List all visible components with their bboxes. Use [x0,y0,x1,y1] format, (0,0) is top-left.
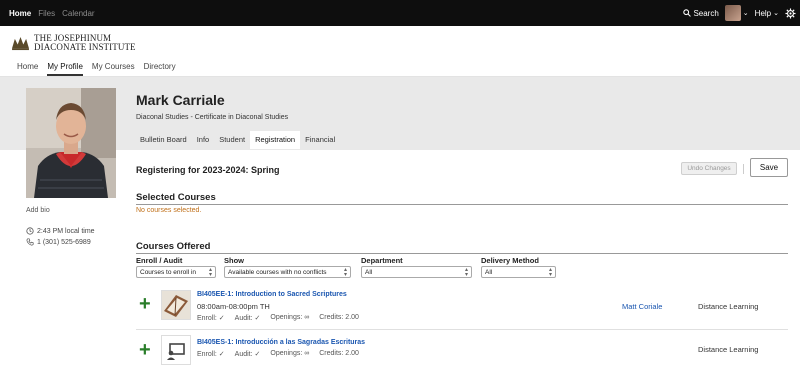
show-value: Available courses with no conflicts [228,268,327,276]
global-nav: Home Files Calendar [9,0,95,26]
course-meta: Enroll: ✓ Audit: ✓ Openings: ∞ Credits: … [197,314,359,322]
course-title-link[interactable]: BI405ES-1: Introducción a las Sagradas E… [197,339,365,346]
profile-tabs: Bulletin Board Info Student Registration… [136,131,340,149]
logo-line-2: DIACONATE INSTITUTE [34,42,136,52]
tab-home[interactable]: Home [17,62,38,76]
courses-offered-title: Courses Offered [136,241,211,252]
search-button[interactable]: Search [683,8,719,18]
selected-courses-title: Selected Courses [136,192,216,203]
delivery-method-select[interactable]: All ▴ ▾ [481,266,556,278]
profile-header-band [0,77,800,150]
phone-number[interactable]: 1 (301) 525-6989 [26,238,91,246]
tab-registration[interactable]: Registration [250,131,301,149]
show-label: Show [224,256,244,265]
add-course-button[interactable]: + [139,340,151,360]
enroll-audit-value: Courses to enroll in [140,268,196,276]
course-meta: Enroll: ✓ Audit: ✓ Openings: ∞ Credits: … [197,350,359,358]
show-select[interactable]: Available courses with no conflicts ▴ ▾ [224,266,351,278]
department-label: Department [361,256,403,265]
enroll-audit-select[interactable]: Courses to enroll in ▴ ▾ [136,266,216,278]
institute-logo[interactable]: THE JOSEPHINUM DIACONATE INSTITUTE [11,34,136,52]
openings: Openings: ∞ [270,350,310,357]
divider [136,329,788,330]
top-bar-right: Search ⌄ Help ⌄ [683,0,796,26]
profile-name: Mark Carriale [136,92,225,108]
nav-files[interactable]: Files [38,9,55,18]
chevron-down-icon: ⌄ [742,10,749,17]
local-time: 2:43 PM local time [26,227,95,235]
enroll-status: Enroll: ✓ [197,351,225,358]
credits: Credits: 2.00 [319,350,359,357]
select-caret-icon: ▴ ▾ [343,267,347,278]
registration-title: Registering for 2023-2024: Spring [136,165,280,175]
presentation-icon [162,336,190,364]
search-icon [683,9,692,17]
course-time: 08:00am-08:00pm TH [197,302,270,311]
course-thumbnail [161,290,191,320]
audit-status: Audit: ✓ [234,315,261,322]
profile-photo[interactable] [26,88,116,198]
course-title-link[interactable]: BI405EE-1: Introduction to Sacred Script… [197,291,347,298]
clock-icon [26,227,34,235]
nav-home[interactable]: Home [9,9,31,18]
plus-icon: + [139,293,151,315]
select-caret-icon: ▴ ▾ [208,267,212,278]
audit-status: Audit: ✓ [234,351,261,358]
delivery-method: Distance Learning [698,345,759,354]
add-course-button[interactable]: + [139,294,151,314]
delivery-method-value: All [485,268,493,276]
divider [136,204,788,205]
tab-info[interactable]: Info [192,131,215,149]
phone-text: 1 (301) 525-6989 [37,238,91,246]
chevron-down-icon: ⌄ [773,10,779,17]
undo-changes-button[interactable]: Undo Changes [681,162,737,175]
delivery-method: Distance Learning [698,302,759,311]
tab-my-courses[interactable]: My Courses [92,62,135,76]
select-caret-icon: ▴ ▾ [464,267,468,278]
tab-my-profile[interactable]: My Profile [47,62,83,76]
help-label: Help [754,8,772,18]
divider [136,253,788,254]
program-name: Diaconal Studies - Certificate in Diacon… [136,114,289,121]
instructor-link[interactable]: Matt Coriale [622,302,662,311]
crest-icon [12,36,29,50]
delivery-method-label: Delivery Method [481,256,539,265]
add-bio-link[interactable]: Add bio [26,207,50,214]
logo-text: THE JOSEPHINUM DIACONATE INSTITUTE [34,34,136,52]
department-value: All [365,268,373,276]
nav-calendar[interactable]: Calendar [62,9,94,18]
select-caret-icon: ▴ ▾ [548,267,552,278]
save-button[interactable]: Save [750,158,788,177]
department-select[interactable]: All ▴ ▾ [361,266,472,278]
credits: Credits: 2.00 [319,314,359,321]
page-tabs: Home My Profile My Courses Directory [17,62,176,76]
search-label: Search [693,8,719,18]
help-menu[interactable]: Help ⌄ [755,9,779,18]
avatar [724,5,741,21]
tab-student[interactable]: Student [214,131,250,149]
user-menu[interactable]: ⌄ [724,5,749,21]
phone-icon [26,238,34,246]
enroll-audit-label: Enroll / Audit [136,256,183,265]
tab-bulletin-board[interactable]: Bulletin Board [136,131,192,149]
course-thumbnail [161,335,191,365]
gear-icon[interactable] [785,7,796,19]
tab-financial[interactable]: Financial [300,131,340,149]
tab-directory[interactable]: Directory [144,62,176,76]
no-courses-message: No courses selected. [136,207,202,214]
local-time-text: 2:43 PM local time [37,227,95,235]
top-bar: Home Files Calendar Search ⌄ Help ⌄ [0,0,800,26]
openings: Openings: ∞ [270,314,310,321]
divider [743,164,744,174]
plus-icon: + [139,339,151,361]
enroll-status: Enroll: ✓ [197,315,225,322]
